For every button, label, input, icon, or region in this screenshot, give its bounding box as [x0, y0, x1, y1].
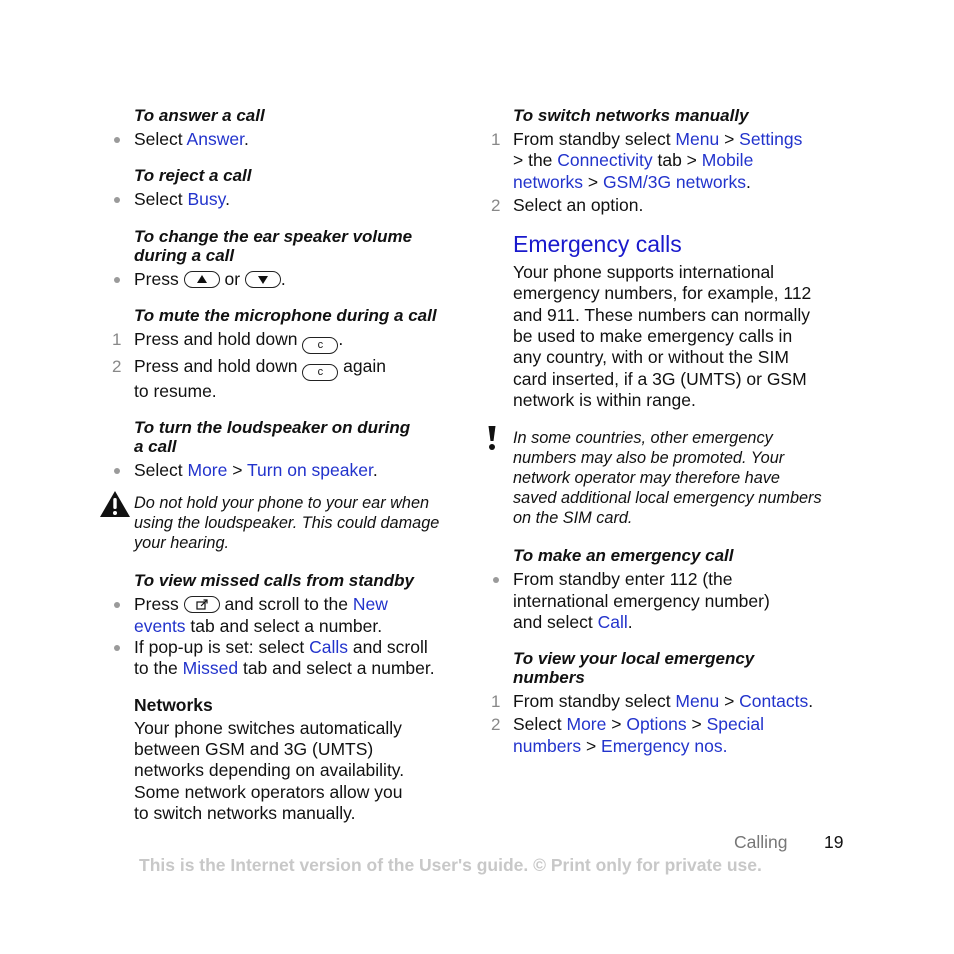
- heading-switch-networks: To switch networks manually: [513, 106, 749, 125]
- footer-section-name: Calling: [734, 832, 788, 852]
- link-gsm-3g-networks[interactable]: GSM/3G networks: [603, 172, 746, 192]
- link-turn-on-speaker[interactable]: Turn on speaker: [247, 460, 373, 480]
- link-options[interactable]: Options: [626, 714, 686, 734]
- link-connectivity[interactable]: Connectivity: [557, 150, 652, 170]
- clear-key-icon: c: [302, 363, 339, 381]
- list-item: If pop-up is set: select Calls and scrol…: [114, 637, 474, 680]
- link-contacts[interactable]: Contacts: [739, 691, 808, 711]
- link-calls[interactable]: Calls: [309, 637, 348, 657]
- bullet-icon: [114, 645, 120, 652]
- warning-note: Do not hold your phone to your ear when u…: [100, 491, 474, 553]
- link-menu[interactable]: Menu: [675, 129, 719, 149]
- heading-local-emergency: To view your local emergency numbers: [513, 649, 755, 688]
- step-item: 1 From standby select Menu > Contacts.: [491, 691, 814, 712]
- disclaimer: This is the Internet version of the User…: [139, 855, 762, 875]
- volume-down-key-icon: [244, 270, 281, 288]
- heading-emergency-calls: Emergency calls: [513, 231, 682, 258]
- list-item: Select Answer.: [114, 129, 474, 150]
- list-item: Select More > Turn on speaker.: [114, 460, 474, 481]
- heading-reject-call: To reject a call: [134, 166, 252, 186]
- list-item: Press and scroll to the New events tab an…: [114, 594, 474, 637]
- heading-missed-calls: To view missed calls from standby: [134, 571, 414, 591]
- bullet-icon: [114, 197, 120, 204]
- list-item: Select Busy.: [114, 189, 474, 210]
- step-item: 2 Press and hold down c again to resume.: [112, 355, 386, 401]
- list-item: Press or .: [114, 269, 474, 290]
- networks-paragraph: Your phone switches automatically between…: [134, 717, 405, 823]
- link-call[interactable]: Call: [598, 612, 628, 632]
- left-column: To answer a call Select Answer. To rejec…: [100, 106, 474, 824]
- link-missed[interactable]: Missed: [183, 658, 238, 678]
- clear-key-icon: c: [302, 336, 339, 354]
- link-menu[interactable]: Menu: [675, 691, 719, 711]
- heading-loudspeaker: To turn the loudspeaker on during a call: [134, 418, 411, 457]
- bullet-icon: [114, 468, 120, 475]
- link-more[interactable]: More: [567, 714, 607, 734]
- warning-triangle-icon: [100, 491, 130, 518]
- info-note: In some countries, other emergency number…: [488, 426, 858, 528]
- bullet-icon: [114, 602, 120, 609]
- step-item: 1 From standby select Menu > Settings > t…: [491, 129, 803, 192]
- step-item: 2 Select an option.: [491, 194, 644, 215]
- emergency-paragraph: Your phone supports international emergen…: [513, 262, 812, 410]
- volume-up-key-icon: [183, 270, 220, 288]
- exclamation-icon: [488, 426, 496, 451]
- bullet-icon: [114, 276, 120, 283]
- step-item: 2 Select More > Options > Special numbers…: [491, 714, 764, 756]
- heading-make-emergency-call: To make an emergency call: [513, 546, 734, 566]
- page-number: 19: [824, 832, 844, 852]
- link-emergency-nos[interactable]: Emergency nos.: [601, 736, 727, 756]
- right-column: To switch networks manually 1 From stand…: [488, 106, 858, 757]
- list-item: From standby enter 112 (the international…: [493, 569, 858, 633]
- heading-answer-call: To answer a call: [134, 106, 265, 125]
- heading-volume: To change the ear speaker volume during a…: [134, 226, 413, 265]
- heading-mute: To mute the microphone during a call: [134, 305, 437, 325]
- link-busy[interactable]: Busy: [188, 189, 226, 209]
- bullet-icon: [493, 577, 499, 584]
- activity-key-icon: [183, 596, 220, 614]
- step-item: 1 Press and hold down c.: [112, 329, 474, 354]
- link-settings[interactable]: Settings: [739, 129, 802, 149]
- link-more[interactable]: More: [188, 460, 228, 480]
- bullet-icon: [114, 137, 120, 143]
- heading-networks: Networks: [134, 694, 213, 715]
- link-answer[interactable]: Answer: [187, 129, 244, 149]
